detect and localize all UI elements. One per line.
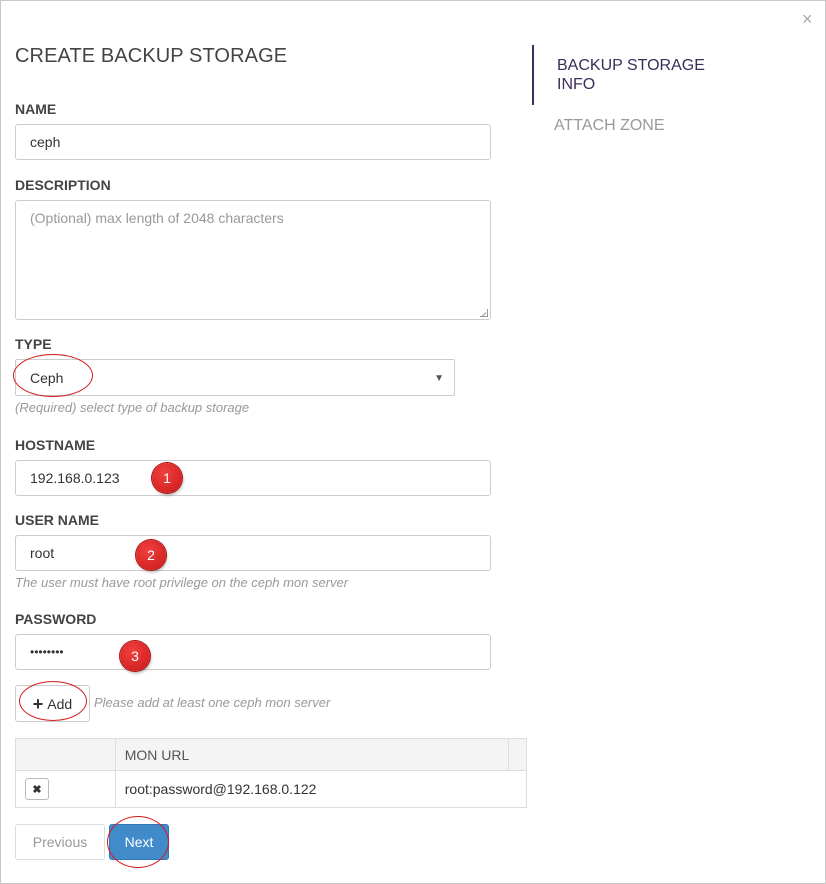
password-input-value: •••••••• — [30, 645, 64, 659]
mon-server-hint: Please add at least one ceph mon server — [94, 695, 331, 710]
hostname-label: HOSTNAME — [15, 437, 96, 453]
resize-handle-icon[interactable] — [480, 309, 488, 317]
dialog-title: CREATE BACKUP STORAGE — [15, 45, 288, 67]
description-placeholder: (Optional) max length of 2048 characters — [30, 210, 284, 226]
step-inactive-label: ATTACH ZONE — [554, 117, 665, 134]
name-input-value: ceph — [30, 134, 61, 150]
password-input[interactable]: •••••••• — [15, 634, 491, 670]
close-icon: ✖ — [32, 783, 42, 796]
table-header-row: MON URL — [15, 738, 527, 771]
caret-down-icon: ▼ — [434, 373, 444, 384]
annotation-ellipse-add — [19, 681, 87, 721]
table-header-spacer — [508, 738, 527, 771]
name-input[interactable]: ceph — [15, 124, 491, 160]
username-input[interactable]: root — [15, 535, 491, 571]
annotation-badge-2: 2 — [136, 540, 166, 570]
table-header-actions — [15, 738, 116, 771]
table-header-mon-url: MON URL — [114, 738, 510, 771]
delete-row-button[interactable]: ✖ — [25, 778, 49, 800]
annotation-ellipse-type — [13, 354, 93, 397]
previous-button[interactable]: Previous — [15, 824, 105, 860]
username-label: USER NAME — [15, 512, 100, 528]
description-label: DESCRIPTION — [15, 177, 111, 193]
table-cell-mon-url: root:password@192.168.0.122 — [114, 770, 528, 808]
annotation-badge-3: 3 — [120, 641, 150, 671]
table-cell-actions: ✖ — [15, 770, 116, 808]
hostname-input[interactable]: 192.168.0.123 — [15, 460, 491, 496]
username-input-value: root — [30, 545, 55, 561]
username-help-text: The user must have root privilege on the… — [15, 575, 349, 590]
table-row: ✖ root:password@192.168.0.122 — [15, 770, 528, 808]
create-backup-storage-dialog: × CREATE BACKUP STORAGE NAME ceph DESCRI… — [0, 0, 826, 884]
password-label: PASSWORD — [15, 611, 97, 627]
step-active-label: BACKUP STORAGE INFO — [557, 57, 705, 93]
step-attach-zone[interactable]: ATTACH ZONE — [554, 117, 734, 135]
annotation-ellipse-next — [107, 816, 169, 868]
type-help-text: (Required) select type of backup storage — [15, 400, 250, 415]
mon-server-table: MON URL ✖ root:password@192.168.0.122 — [15, 738, 528, 808]
step-backup-storage-info[interactable]: BACKUP STORAGE INFO — [532, 45, 732, 105]
type-label: TYPE — [15, 336, 52, 352]
hostname-input-value: 192.168.0.123 — [30, 470, 120, 486]
annotation-badge-1: 1 — [152, 463, 182, 493]
description-textarea[interactable]: (Optional) max length of 2048 characters — [15, 200, 491, 320]
close-icon[interactable]: × — [802, 10, 813, 28]
name-label: NAME — [15, 101, 57, 117]
